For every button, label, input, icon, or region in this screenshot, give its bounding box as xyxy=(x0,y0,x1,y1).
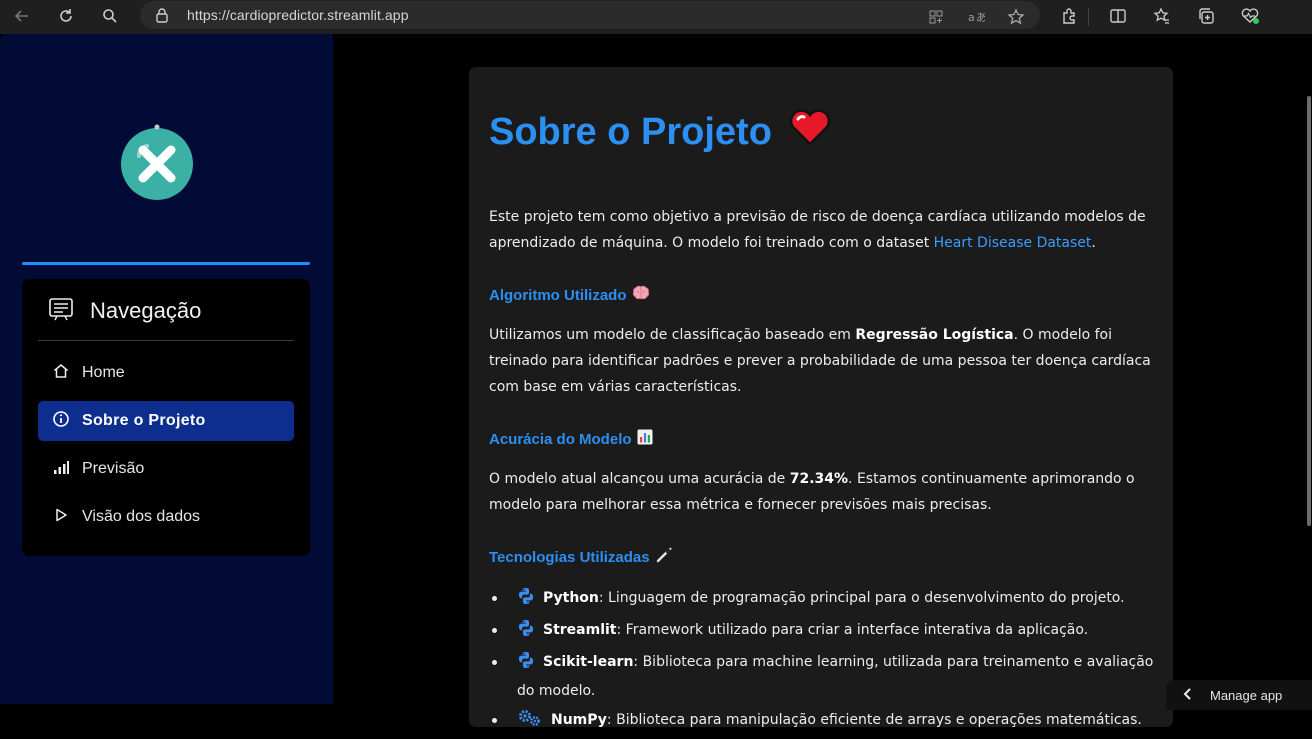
home-icon xyxy=(52,362,70,384)
list-item: Python: Linguagem de programação princip… xyxy=(489,585,1159,614)
nav-item-home[interactable]: Home xyxy=(38,353,294,393)
nav-title: Navegação xyxy=(90,298,202,323)
bar-chart-icon xyxy=(52,458,70,480)
url-text[interactable]: https://cardiopredictor.streamlit.app xyxy=(187,7,409,23)
content-card: Sobre o Projeto Este projeto tem como ob… xyxy=(469,67,1173,728)
extensions-icon[interactable] xyxy=(1058,5,1080,27)
nav-item-label: Home xyxy=(82,364,125,381)
lock-icon[interactable] xyxy=(154,7,170,27)
navigation-menu: Navegação Home Sobre o Projeto Previsão xyxy=(22,279,310,556)
accuracy-text: O modelo atual alcançou uma acurácia de xyxy=(489,471,790,487)
nav-item-label: Sobre o Projeto xyxy=(82,412,206,429)
favorite-star-icon[interactable] xyxy=(1005,6,1027,28)
list-item: NumPy: Biblioteca para manipulação efici… xyxy=(489,707,1159,736)
scrollbar[interactable] xyxy=(1307,96,1311,526)
python-icon xyxy=(517,587,535,614)
back-arrow-icon[interactable] xyxy=(10,4,34,28)
intro-text-end: . xyxy=(1091,235,1096,251)
python-icon xyxy=(517,651,535,678)
nav-item-sobre-o-projeto[interactable]: Sobre o Projeto xyxy=(38,401,294,441)
python-icon xyxy=(517,619,535,646)
split-screen-icon[interactable] xyxy=(1107,5,1129,27)
tech-description: : Linguagem de programação principal par… xyxy=(598,590,1125,606)
nav-item-label: Visão dos dados xyxy=(82,508,201,525)
nav-item-visao-dos-dados[interactable]: Visão dos dados xyxy=(38,497,294,537)
technologies-heading: Tecnologias Utilizadas xyxy=(489,547,673,567)
apps-icon[interactable] xyxy=(925,6,947,28)
accuracy-heading-text: Acurácia do Modelo xyxy=(489,430,632,448)
reload-icon[interactable] xyxy=(54,4,78,28)
algorithm-name: Regressão Logística xyxy=(855,327,1014,343)
magic-wand-icon xyxy=(655,547,673,567)
tech-name: NumPy xyxy=(551,712,607,728)
list-item: Streamlit: Framework utilizado para cria… xyxy=(489,617,1159,646)
heart-disease-dataset-link[interactable]: Heart Disease Dataset xyxy=(934,235,1092,251)
intro-paragraph: Este projeto tem como objetivo a previsã… xyxy=(489,204,1159,256)
nav-header: Navegação xyxy=(48,297,201,325)
brain-icon xyxy=(632,285,650,305)
technologies-list: Python: Linguagem de programação princip… xyxy=(489,585,1159,739)
info-icon xyxy=(52,410,70,432)
sidebar-divider xyxy=(22,262,310,265)
gears-icon xyxy=(517,709,543,736)
algorithm-text: Utilizamos um modelo de classificação ba… xyxy=(489,327,856,343)
health-icon[interactable] xyxy=(1239,5,1261,27)
manage-app-label: Manage app xyxy=(1210,687,1283,703)
tech-name: Python xyxy=(543,590,599,606)
tech-name: Streamlit xyxy=(543,622,617,638)
menu-card-icon xyxy=(48,297,74,325)
manage-app-button[interactable]: Manage app xyxy=(1166,680,1312,710)
translate-icon[interactable]: aあ xyxy=(965,6,987,28)
nav-divider xyxy=(38,340,294,341)
address-bar[interactable]: https://cardiopredictor.streamlit.app aあ xyxy=(140,1,1040,29)
bar-chart-emoji-icon xyxy=(637,429,653,449)
svg-text:あ: あ xyxy=(976,11,985,24)
tech-name: Scikit-learn xyxy=(543,654,634,670)
svg-text:a: a xyxy=(968,11,975,24)
technologies-heading-text: Tecnologias Utilizadas xyxy=(489,548,650,566)
algorithm-heading: Algoritmo Utilizado xyxy=(489,285,650,305)
nav-item-label: Previsão xyxy=(82,460,145,477)
app-logo-icon xyxy=(119,124,195,200)
accuracy-value: 72.34% xyxy=(789,471,849,487)
search-icon[interactable] xyxy=(98,4,122,28)
page-title: Sobre o Projeto xyxy=(489,107,832,157)
favorites-icon[interactable] xyxy=(1151,5,1173,27)
browser-toolbar: https://cardiopredictor.streamlit.app aあ xyxy=(0,0,1312,34)
algorithm-paragraph: Utilizamos um modelo de classificação ba… xyxy=(489,322,1159,400)
page-title-text: Sobre o Projeto xyxy=(489,110,772,153)
sidebar: Navegação Home Sobre o Projeto Previsão xyxy=(0,34,333,704)
nav-item-previsao[interactable]: Previsão xyxy=(38,449,294,489)
algorithm-heading-text: Algoritmo Utilizado xyxy=(489,286,627,304)
heart-icon xyxy=(788,107,832,157)
tech-description: : Biblioteca para manipulação eficiente … xyxy=(606,712,1142,728)
chevron-left-icon xyxy=(1182,686,1192,705)
play-icon xyxy=(52,506,70,528)
toolbar-divider xyxy=(1088,8,1089,26)
accuracy-paragraph: O modelo atual alcançou uma acurácia de … xyxy=(489,466,1159,518)
collections-icon[interactable] xyxy=(1195,5,1217,27)
list-item: Scikit-learn: Biblioteca para machine le… xyxy=(489,649,1159,704)
main-area: Sobre o Projeto Este projeto tem como ob… xyxy=(333,34,1312,728)
accuracy-heading: Acurácia do Modelo xyxy=(489,429,653,449)
tech-description: : Framework utilizado para criar a inter… xyxy=(616,622,1089,638)
